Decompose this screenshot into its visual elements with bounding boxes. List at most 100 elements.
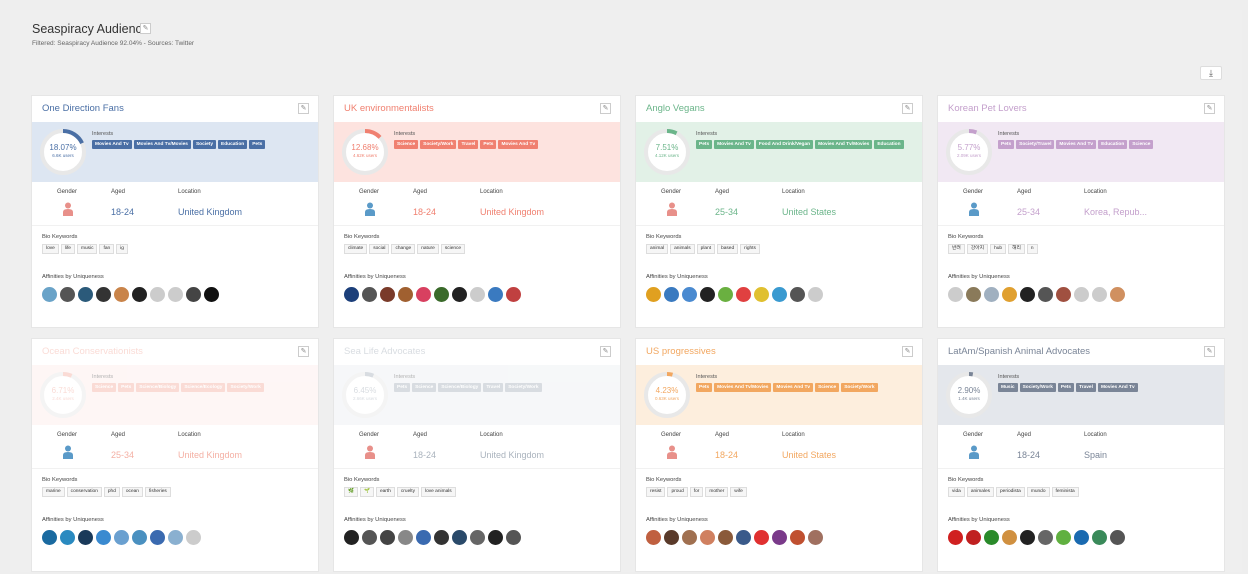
bio-keyword[interactable]: love	[42, 244, 59, 254]
affinity-avatar[interactable]	[42, 530, 57, 545]
affinity-avatar[interactable]	[452, 530, 467, 545]
affinity-avatar[interactable]	[434, 287, 449, 302]
affinity-avatar[interactable]	[1020, 530, 1035, 545]
card-title[interactable]: Sea Life Advocates	[344, 346, 425, 357]
affinity-avatar[interactable]	[60, 287, 75, 302]
bio-keyword[interactable]: hub	[990, 244, 1007, 254]
affinity-avatar[interactable]	[344, 287, 359, 302]
bio-keyword[interactable]: fisheries	[144, 487, 171, 497]
affinity-avatar[interactable]	[488, 530, 503, 545]
affinity-avatar[interactable]	[204, 287, 219, 302]
affinity-avatar[interactable]	[186, 287, 201, 302]
interest-tag[interactable]: Science/Ecology	[181, 383, 226, 392]
bio-keyword[interactable]: 🌱	[359, 487, 374, 497]
affinity-avatar[interactable]	[754, 530, 769, 545]
interest-tag[interactable]: Society/Work	[841, 383, 878, 392]
interest-tag[interactable]: Society/Work	[227, 383, 264, 392]
bio-keyword[interactable]: periodista	[996, 487, 1025, 497]
segment-card[interactable]: Anglo Vegans ✎ 7.51% 4.12K users Interes…	[635, 95, 923, 328]
bio-keyword[interactable]: fan	[99, 244, 115, 254]
affinity-avatar[interactable]	[772, 287, 787, 302]
interest-tag[interactable]: Society/Work	[505, 383, 542, 392]
affinity-avatar[interactable]	[808, 287, 823, 302]
bio-keyword[interactable]: change	[391, 244, 416, 254]
affinity-avatar[interactable]	[1056, 287, 1071, 302]
segment-card[interactable]: UK environmentalists ✎ 12.68% 4.62K user…	[333, 95, 621, 328]
interest-tag[interactable]: Society/Work	[1019, 383, 1056, 392]
interest-tag[interactable]: Travel	[1076, 383, 1096, 392]
card-edit-icon[interactable]: ✎	[298, 103, 309, 114]
affinity-avatar[interactable]	[506, 287, 521, 302]
affinity-avatar[interactable]	[434, 530, 449, 545]
interest-tag[interactable]: Science/Biology	[136, 383, 180, 392]
download-button[interactable]: ⤓	[1200, 66, 1222, 80]
affinity-avatar[interactable]	[452, 287, 467, 302]
affinity-avatar[interactable]	[664, 287, 679, 302]
card-edit-icon[interactable]: ✎	[902, 103, 913, 114]
bio-keyword[interactable]: social	[369, 244, 390, 254]
interest-tag[interactable]: Society/Work	[420, 140, 457, 149]
interest-tag[interactable]: Science	[1129, 140, 1154, 149]
bio-keyword[interactable]: proud	[667, 487, 688, 497]
affinity-avatar[interactable]	[398, 530, 413, 545]
bio-keyword[interactable]: conservation	[66, 487, 102, 497]
interest-tag[interactable]: Education	[874, 140, 904, 149]
affinity-avatar[interactable]	[344, 530, 359, 545]
card-title[interactable]: One Direction Fans	[42, 103, 124, 114]
affinity-avatar[interactable]	[168, 287, 183, 302]
interest-tag[interactable]: Movies And Tv	[1097, 383, 1138, 392]
affinity-avatar[interactable]	[362, 287, 377, 302]
interest-tag[interactable]: Education	[1098, 140, 1128, 149]
interest-tag[interactable]: Society/Travel	[1016, 140, 1055, 149]
interest-tag[interactable]: Pets	[118, 383, 135, 392]
affinity-avatar[interactable]	[664, 530, 679, 545]
interest-tag[interactable]: Food And Drink/Vegan	[755, 140, 814, 149]
affinity-avatar[interactable]	[78, 530, 93, 545]
interest-tag[interactable]: Movies And Tv/Movies	[815, 140, 873, 149]
affinity-avatar[interactable]	[682, 530, 697, 545]
affinity-avatar[interactable]	[646, 530, 661, 545]
interest-tag[interactable]: Movies And Tv/Movies	[133, 140, 191, 149]
affinity-avatar[interactable]	[150, 287, 165, 302]
affinity-avatar[interactable]	[114, 287, 129, 302]
title-edit-icon[interactable]: ✎	[140, 23, 151, 34]
card-title[interactable]: Anglo Vegans	[646, 103, 705, 114]
card-title[interactable]: Ocean Conservationists	[42, 346, 143, 357]
card-title[interactable]: UK environmentalists	[344, 103, 434, 114]
card-edit-icon[interactable]: ✎	[298, 346, 309, 357]
bio-keyword[interactable]: nature	[417, 244, 439, 254]
bio-keyword[interactable]: ig	[116, 244, 128, 254]
affinity-avatar[interactable]	[736, 530, 751, 545]
interest-tag[interactable]: Movies And Tv	[773, 383, 814, 392]
affinity-avatar[interactable]	[736, 287, 751, 302]
interest-tag[interactable]: Pets	[480, 140, 497, 149]
segment-card[interactable]: Ocean Conservationists ✎ 6.71% 2.4K user…	[31, 338, 319, 572]
affinity-avatar[interactable]	[790, 287, 805, 302]
bio-keyword[interactable]: n	[1026, 244, 1038, 254]
interest-tag[interactable]: Travel	[483, 383, 504, 392]
affinity-avatar[interactable]	[646, 287, 661, 302]
bio-keyword[interactable]: climate	[344, 244, 368, 254]
bio-keyword[interactable]: love animals	[421, 487, 456, 497]
card-title[interactable]: Korean Pet Lovers	[948, 103, 1027, 114]
interest-tag[interactable]: Science	[394, 140, 419, 149]
affinity-avatar[interactable]	[398, 287, 413, 302]
interest-tag[interactable]: Science	[412, 383, 437, 392]
affinity-avatar[interactable]	[718, 530, 733, 545]
bio-keyword[interactable]: earth	[375, 487, 395, 497]
affinity-avatar[interactable]	[470, 287, 485, 302]
affinity-avatar[interactable]	[984, 530, 999, 545]
affinity-avatar[interactable]	[966, 530, 981, 545]
affinity-avatar[interactable]	[362, 530, 377, 545]
affinity-avatar[interactable]	[1002, 530, 1017, 545]
affinity-avatar[interactable]	[790, 530, 805, 545]
affinity-avatar[interactable]	[966, 287, 981, 302]
interest-tag[interactable]: Movies And Tv	[1056, 140, 1097, 149]
bio-keyword[interactable]: plant	[696, 244, 716, 254]
interest-tag[interactable]: Science	[815, 383, 840, 392]
interest-tag[interactable]: Pets	[696, 383, 713, 392]
affinity-avatar[interactable]	[380, 287, 395, 302]
interest-tag[interactable]: Science/Biology	[438, 383, 482, 392]
affinity-avatar[interactable]	[682, 287, 697, 302]
affinity-avatar[interactable]	[416, 287, 431, 302]
